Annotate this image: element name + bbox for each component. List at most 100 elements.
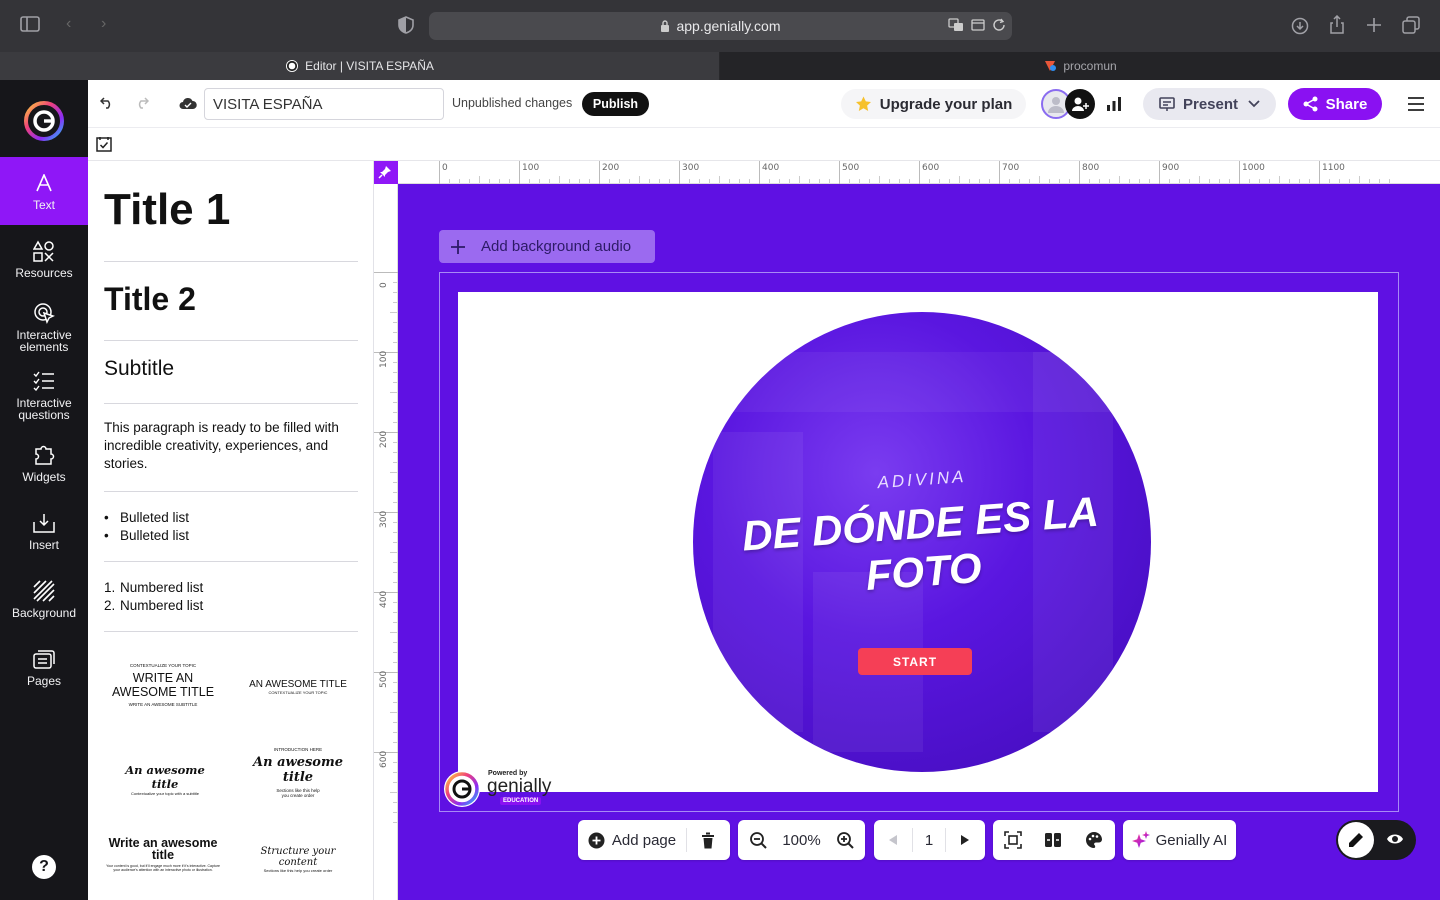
shield-icon[interactable] [398, 16, 414, 34]
ruler-minor-tick [639, 176, 640, 183]
share-page-icon[interactable] [1329, 15, 1345, 35]
text-template-2[interactable]: AN AWESOME TITLE CONTEXTUALIZE YOUR TOPI… [240, 679, 356, 695]
hamburger-menu-icon[interactable] [1408, 97, 1424, 111]
ruler-minor-tick [393, 732, 397, 733]
ruler-label: 900 [1162, 163, 1180, 173]
ruler-minor-tick [1309, 179, 1310, 183]
edit-mode-button[interactable] [1338, 822, 1374, 858]
editor-stage[interactable]: Add background audio ADIVINA DE DÓNDE ES… [398, 184, 1440, 900]
text-template-3[interactable]: An awesome title Contextualize your topi… [110, 763, 220, 796]
list-item: 2. Numbered list [104, 598, 204, 613]
title1-style[interactable]: Title 1 [104, 185, 358, 262]
split-view-button[interactable] [1033, 820, 1073, 860]
ruler-minor-tick [769, 179, 770, 183]
rail-item-background[interactable]: Background [0, 579, 88, 619]
ruler-minor-tick [1069, 179, 1070, 183]
ruler-label: 600 [379, 750, 389, 768]
ruler-minor-tick [1019, 179, 1020, 183]
ruler-minor-tick [393, 762, 397, 763]
ruler-minor-tick [659, 179, 660, 183]
ruler-minor-tick [1259, 179, 1260, 183]
ruler-vertical[interactable]: 0 100 200 300 400 500 600 [374, 184, 398, 900]
rail-item-interactive-questions[interactable]: Interactive questions [0, 369, 88, 421]
rail-item-resources[interactable]: Resources [0, 239, 88, 279]
upgrade-plan-button[interactable]: Upgrade your plan [841, 89, 1026, 119]
present-button[interactable]: Present [1143, 88, 1276, 120]
edit-preview-toggle[interactable] [1336, 820, 1416, 860]
genially-ai-button[interactable]: Genially AI [1123, 820, 1236, 860]
download-icon[interactable] [1291, 17, 1309, 35]
genially-logo[interactable] [24, 101, 64, 141]
tab-overview-icon[interactable] [1402, 16, 1420, 34]
ruler-minor-tick [869, 179, 870, 183]
ruler-minor-tick [1089, 179, 1090, 183]
undo-icon[interactable] [100, 97, 114, 109]
text-template-1[interactable]: CONTEXTUALIZE YOUR TOPIC WRITE AN AWESOM… [106, 663, 220, 707]
eye-icon[interactable] [1386, 832, 1404, 846]
cover-photo[interactable]: ADIVINA DE DÓNDE ES LA FOTO START [693, 312, 1151, 772]
ruler-minor-tick [1289, 179, 1290, 183]
fit-to-screen-button[interactable] [993, 820, 1033, 860]
ruler-minor-tick [393, 812, 397, 813]
ruler-label: 400 [762, 163, 780, 173]
ruler-minor-tick [393, 692, 397, 693]
sidebar-toggle-icon[interactable] [20, 16, 40, 32]
resources-icon [33, 239, 55, 263]
page-number[interactable]: 1 [913, 820, 945, 860]
ruler-minor-tick [459, 179, 460, 183]
numbered-list-style[interactable]: 1. Numbered list 2. Numbered list [104, 579, 358, 632]
subtitle-style[interactable]: Subtitle [104, 357, 358, 404]
ruler-minor-tick [719, 176, 720, 183]
ruler-minor-tick [1329, 179, 1330, 183]
previous-page-button[interactable] [874, 820, 912, 860]
ruler-label: 200 [602, 163, 620, 173]
back-icon[interactable]: ‹ [66, 15, 71, 33]
theme-palette-button[interactable] [1073, 820, 1115, 860]
publish-button[interactable]: Publish [582, 92, 649, 116]
zoom-level[interactable]: 100% [778, 820, 825, 860]
address-bar[interactable]: app.genially.com [429, 12, 1012, 40]
template-title: Write an awesome title [108, 836, 218, 862]
text-template-6[interactable]: Structure your content Sections like thi… [240, 846, 356, 873]
next-page-button[interactable] [946, 820, 984, 860]
rail-item-insert[interactable]: Insert [0, 511, 88, 551]
rail-item-widgets[interactable]: Widgets [0, 443, 88, 483]
reload-icon[interactable] [992, 18, 1006, 32]
ruler-horizontal[interactable]: 0 100 200 300 400 500 600 700 800 900 1000 1100 [398, 161, 1440, 184]
start-button[interactable]: START [858, 648, 972, 675]
add-page-button[interactable]: Add page [578, 820, 686, 860]
zoom-in-button[interactable] [825, 820, 865, 860]
slide-canvas[interactable]: ADIVINA DE DÓNDE ES LA FOTO START [458, 292, 1378, 792]
delete-page-button[interactable] [687, 820, 729, 860]
paragraph-style[interactable]: This paragraph is ready to be filled wit… [104, 419, 358, 492]
rail-item-interactive-elements[interactable]: Interactive elements [0, 301, 88, 353]
text-template-4[interactable]: INTRODUCTION HERE An awesome title Secti… [240, 747, 356, 798]
analytics-icon[interactable] [1106, 96, 1122, 111]
redo-icon[interactable] [135, 97, 149, 109]
add-collaborator-button[interactable] [1065, 89, 1095, 119]
share-button[interactable]: Share [1288, 88, 1382, 120]
translate-icon[interactable] [948, 18, 964, 32]
tab-procomun[interactable]: procomun [720, 52, 1440, 80]
help-button[interactable]: ? [32, 855, 56, 879]
zoom-out-button[interactable] [738, 820, 778, 860]
ruler-minor-tick [393, 292, 397, 293]
ruler-tick [1319, 161, 1320, 184]
rail-item-widgets-label: Widgets [22, 470, 66, 484]
rail-item-pages[interactable]: Pages [0, 647, 88, 687]
ruler-minor-tick [629, 179, 630, 183]
checklist-icon[interactable] [96, 136, 112, 152]
add-background-audio-button[interactable]: Add background audio [439, 230, 655, 263]
project-title-input[interactable]: VISITA ESPAÑA [204, 88, 444, 120]
bulleted-list-style[interactable]: • Bulleted list • Bulleted list [104, 509, 358, 562]
forward-icon[interactable]: › [101, 15, 106, 33]
new-tab-icon[interactable] [1366, 17, 1382, 33]
ruler-pin-button[interactable] [374, 161, 398, 184]
reader-icon[interactable] [971, 19, 985, 31]
ruler-minor-tick [393, 602, 397, 603]
title2-style[interactable]: Title 2 [104, 281, 358, 341]
tab-editor[interactable]: Editor | VISITA ESPAÑA [0, 52, 719, 80]
rail-item-text[interactable]: Text [0, 157, 88, 225]
ruler-minor-tick [969, 179, 970, 183]
text-template-5[interactable]: Write an awesome title Your content is g… [106, 837, 220, 872]
